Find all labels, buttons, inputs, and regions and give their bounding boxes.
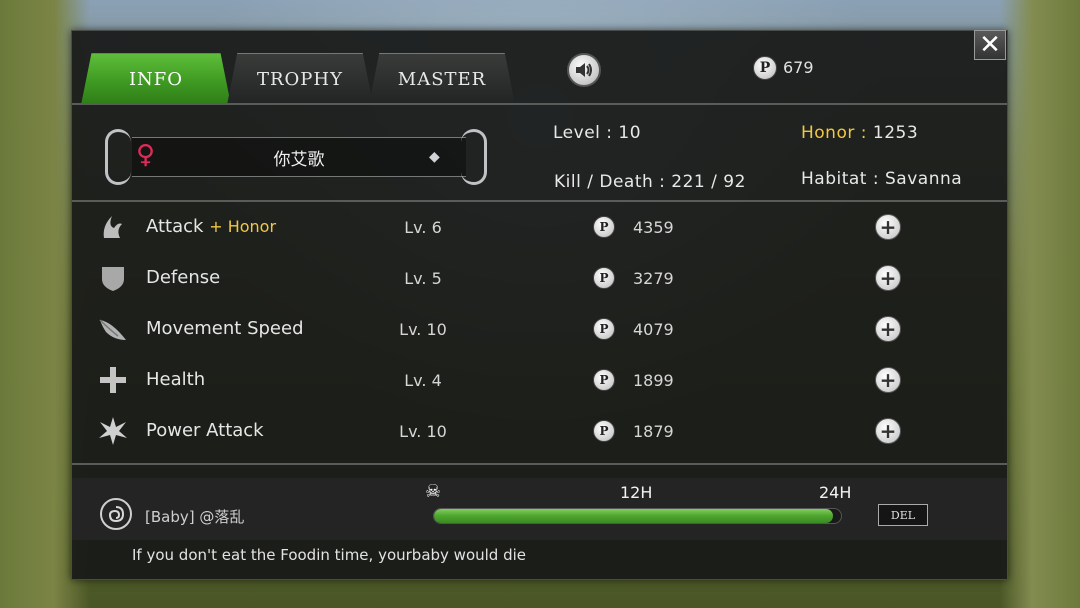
- character-info-panel: INFO TROPHY MASTER P 679 ✕ 你艾歌 ♀ ◆ Level…: [71, 30, 1008, 580]
- baby-owner-label: [Baby] @落乱: [145, 508, 245, 526]
- points-balance: 679: [783, 58, 814, 77]
- tab-trophy-label: TROPHY: [256, 68, 343, 90]
- stat-cost: 4359: [633, 218, 674, 237]
- plus-icon: +: [879, 215, 897, 239]
- stat-label: Defense: [146, 267, 221, 288]
- stat-label: Health: [146, 369, 206, 390]
- stat-label: Movement Speed: [146, 318, 304, 339]
- stat-cost: 4079: [633, 320, 674, 339]
- shield-icon: [102, 267, 124, 291]
- stat-level: Lv. 10: [399, 320, 447, 339]
- wing-icon: [99, 319, 126, 340]
- tab-info-label: INFO: [128, 68, 184, 90]
- upgrade-defense-button[interactable]: +: [875, 265, 901, 291]
- speaker-icon: [576, 63, 592, 77]
- points-coin-icon: P: [753, 56, 777, 80]
- stat-level: Lv. 6: [404, 218, 442, 237]
- level-value: 10: [618, 123, 642, 143]
- habitat-value: Savanna: [885, 169, 963, 189]
- stat-level: Lv. 10: [399, 422, 447, 441]
- stat-label: Power Attack: [146, 420, 264, 441]
- player-name: 你艾歌: [273, 149, 325, 170]
- cost-coin-icon: P: [593, 369, 615, 391]
- timer-mark-24h: 24H: [819, 483, 852, 502]
- del-label: DEL: [890, 508, 916, 522]
- stat-level: Lv. 4: [404, 371, 442, 390]
- kill-death-stat: Kill / Death : 221 / 92: [554, 172, 746, 192]
- background-right: [1000, 0, 1080, 608]
- honor-bonus: + Honor: [209, 217, 277, 236]
- upgrade-health-button[interactable]: +: [875, 367, 901, 393]
- level-label: Level :: [553, 123, 613, 143]
- cost-coin-icon: P: [593, 216, 615, 238]
- plus-icon: +: [879, 317, 897, 341]
- upgrade-movement-speed-button[interactable]: +: [875, 316, 901, 342]
- stat-name: Health: [146, 369, 205, 390]
- honor-value: 1253: [872, 123, 919, 143]
- timer-mark-12h: 12H: [620, 483, 653, 502]
- habitat-stat: Habitat : Savanna: [801, 169, 962, 189]
- plus-icon: +: [879, 266, 897, 290]
- stat-level: Lv. 5: [404, 269, 442, 288]
- honor-stat: Honor : 1253: [801, 123, 918, 143]
- stat-row-defense: Defense Lv. 5 P 3279 +: [72, 253, 1007, 304]
- baby-hunger-progress: [433, 508, 842, 524]
- progress-fill: [434, 509, 833, 523]
- baby-warning-text: If you don't eat the Foodin time, yourba…: [132, 546, 527, 564]
- stat-row-movement-speed: Movement Speed Lv. 10 P 4079 +: [72, 304, 1007, 355]
- habitat-label: Habitat :: [801, 169, 880, 189]
- level-stat: Level : 10: [553, 123, 641, 143]
- cost-coin-icon: P: [593, 420, 615, 442]
- name-frame-left: [105, 129, 131, 185]
- divider-top: [72, 103, 1007, 105]
- stat-name: Power Attack: [146, 420, 264, 441]
- cross-icon: [100, 367, 126, 393]
- tab-master[interactable]: MASTER: [369, 53, 515, 105]
- upgrade-power-attack-button[interactable]: +: [875, 418, 901, 444]
- stat-name: Defense: [146, 267, 220, 288]
- stat-name: Movement Speed: [146, 318, 304, 339]
- plus-icon: +: [879, 419, 897, 443]
- honor-label: Honor :: [801, 123, 867, 143]
- sound-toggle-button[interactable]: [567, 53, 601, 87]
- name-frame-right: [461, 129, 487, 185]
- divider-bottom: [72, 463, 1007, 465]
- delete-baby-button[interactable]: DEL: [878, 504, 928, 526]
- baby-status-area: [Baby] @落乱 ☠ 12H 24H DEL: [72, 478, 1007, 540]
- stat-row-attack: Attack + Honor Lv. 6 P 4359 +: [72, 202, 1007, 253]
- stat-cost: 3279: [633, 269, 674, 288]
- claw-icon: [103, 216, 122, 238]
- stat-row-power-attack: Power Attack Lv. 10 P 1879 +: [72, 406, 1007, 457]
- tab-master-label: MASTER: [397, 68, 487, 90]
- stat-label: Attack: [146, 216, 204, 237]
- stat-cost: 1879: [633, 422, 674, 441]
- stat-row-health: Health Lv. 4 P 1899 +: [72, 355, 1007, 406]
- female-icon: ♀: [136, 140, 156, 170]
- tab-info[interactable]: INFO: [81, 53, 231, 105]
- skull-icon: ☠: [425, 481, 442, 502]
- plus-icon: +: [879, 368, 897, 392]
- kill-death-value: 221 / 92: [671, 172, 746, 192]
- burst-icon: [99, 417, 127, 445]
- cost-coin-icon: P: [593, 318, 615, 340]
- embryo-icon: [108, 506, 125, 523]
- tab-trophy[interactable]: TROPHY: [227, 53, 373, 105]
- stat-name: Attack + Honor: [146, 216, 276, 237]
- baby-icon: [100, 498, 132, 530]
- close-button[interactable]: ✕: [974, 30, 1006, 60]
- player-name-box: 你艾歌: [132, 137, 466, 177]
- kill-death-label: Kill / Death :: [554, 172, 666, 192]
- diamond-icon: ◆: [429, 149, 440, 165]
- cost-coin-icon: P: [593, 267, 615, 289]
- stat-cost: 1899: [633, 371, 674, 390]
- upgrade-attack-button[interactable]: +: [875, 214, 901, 240]
- close-icon: ✕: [979, 30, 1001, 60]
